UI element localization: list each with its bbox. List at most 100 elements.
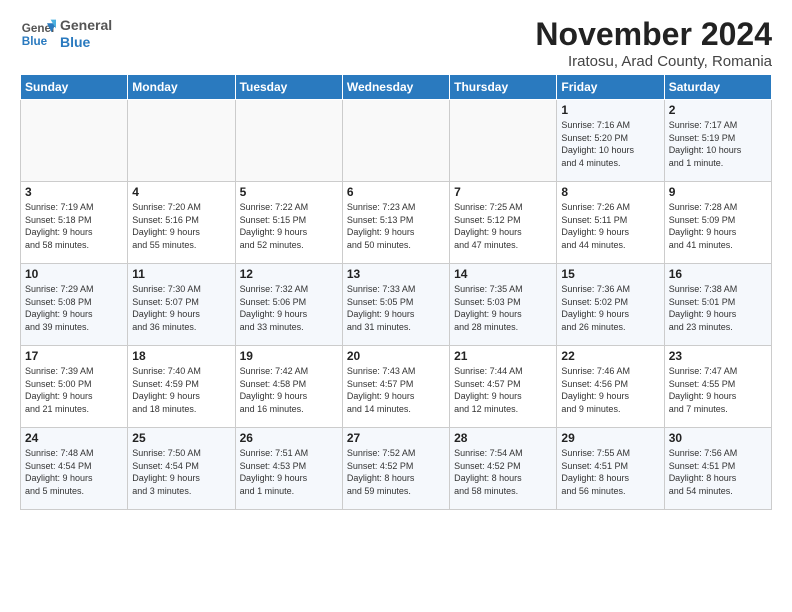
calendar-cell	[21, 100, 128, 182]
day-number: 27	[347, 431, 445, 445]
day-info: Sunrise: 7:35 AM Sunset: 5:03 PM Dayligh…	[454, 283, 552, 333]
day-number: 15	[561, 267, 659, 281]
weekday-header: Wednesday	[342, 75, 449, 100]
calendar-cell: 24 Sunrise: 7:48 AM Sunset: 4:54 PM Dayli…	[21, 428, 128, 510]
weekday-header: Sunday	[21, 75, 128, 100]
day-number: 28	[454, 431, 552, 445]
calendar-cell: 27 Sunrise: 7:52 AM Sunset: 4:52 PM Dayli…	[342, 428, 449, 510]
calendar-cell: 10Sunrise: 7:29 AM Sunset: 5:08 PM Dayli…	[21, 264, 128, 346]
calendar-cell: 2 Sunrise: 7:17 AM Sunset: 5:19 PM Daylig…	[664, 100, 771, 182]
day-info: Sunrise: 7:38 AM Sunset: 5:01 PM Dayligh…	[669, 283, 767, 333]
day-info: Sunrise: 7:44 AM Sunset: 4:57 PM Dayligh…	[454, 365, 552, 415]
day-number: 6	[347, 185, 445, 199]
calendar-cell: 23 Sunrise: 7:47 AM Sunset: 4:55 PM Dayli…	[664, 346, 771, 428]
logo-line2: Blue	[60, 34, 112, 51]
day-number: 12	[240, 267, 338, 281]
day-info: Sunrise: 7:19 AM Sunset: 5:18 PM Dayligh…	[25, 201, 123, 251]
header: General Blue General Blue November 2024 …	[20, 16, 772, 70]
calendar-header: SundayMondayTuesdayWednesdayThursdayFrid…	[21, 75, 772, 100]
calendar-cell	[128, 100, 235, 182]
calendar-cell: 8Sunrise: 7:26 AM Sunset: 5:11 PM Daylig…	[557, 182, 664, 264]
logo: General Blue General Blue	[20, 16, 112, 52]
calendar-cell: 7 Sunrise: 7:25 AM Sunset: 5:12 PM Daylig…	[450, 182, 557, 264]
calendar-cell: 12 Sunrise: 7:32 AM Sunset: 5:06 PM Dayli…	[235, 264, 342, 346]
day-info: Sunrise: 7:48 AM Sunset: 4:54 PM Dayligh…	[25, 447, 123, 497]
day-number: 4	[132, 185, 230, 199]
calendar-cell: 18Sunrise: 7:40 AM Sunset: 4:59 PM Dayli…	[128, 346, 235, 428]
page: General Blue General Blue November 2024 …	[0, 0, 792, 520]
day-number: 5	[240, 185, 338, 199]
calendar-cell: 26 Sunrise: 7:51 AM Sunset: 4:53 PM Dayli…	[235, 428, 342, 510]
calendar-cell: 3 Sunrise: 7:19 AM Sunset: 5:18 PM Daylig…	[21, 182, 128, 264]
day-info: Sunrise: 7:54 AM Sunset: 4:52 PM Dayligh…	[454, 447, 552, 497]
calendar-cell: 29 Sunrise: 7:55 AM Sunset: 4:51 PM Dayli…	[557, 428, 664, 510]
day-number: 11	[132, 267, 230, 281]
day-info: Sunrise: 7:23 AM Sunset: 5:13 PM Dayligh…	[347, 201, 445, 251]
day-number: 13	[347, 267, 445, 281]
day-number: 25	[132, 431, 230, 445]
calendar: SundayMondayTuesdayWednesdayThursdayFrid…	[20, 74, 772, 510]
calendar-cell: 4 Sunrise: 7:20 AM Sunset: 5:16 PM Daylig…	[128, 182, 235, 264]
day-number: 19	[240, 349, 338, 363]
calendar-cell: 1 Sunrise: 7:16 AM Sunset: 5:20 PM Daylig…	[557, 100, 664, 182]
calendar-cell: 5 Sunrise: 7:22 AM Sunset: 5:15 PM Daylig…	[235, 182, 342, 264]
day-info: Sunrise: 7:50 AM Sunset: 4:54 PM Dayligh…	[132, 447, 230, 497]
day-info: Sunrise: 7:40 AM Sunset: 4:59 PM Dayligh…	[132, 365, 230, 415]
day-number: 8	[561, 185, 659, 199]
day-info: Sunrise: 7:43 AM Sunset: 4:57 PM Dayligh…	[347, 365, 445, 415]
day-info: Sunrise: 7:55 AM Sunset: 4:51 PM Dayligh…	[561, 447, 659, 497]
day-info: Sunrise: 7:42 AM Sunset: 4:58 PM Dayligh…	[240, 365, 338, 415]
day-number: 23	[669, 349, 767, 363]
calendar-cell: 14 Sunrise: 7:35 AM Sunset: 5:03 PM Dayli…	[450, 264, 557, 346]
calendar-cell	[235, 100, 342, 182]
day-info: Sunrise: 7:52 AM Sunset: 4:52 PM Dayligh…	[347, 447, 445, 497]
subtitle: Iratosu, Arad County, Romania	[535, 53, 772, 70]
day-info: Sunrise: 7:22 AM Sunset: 5:15 PM Dayligh…	[240, 201, 338, 251]
day-info: Sunrise: 7:30 AM Sunset: 5:07 PM Dayligh…	[132, 283, 230, 333]
weekday-header: Friday	[557, 75, 664, 100]
weekday-header: Monday	[128, 75, 235, 100]
calendar-cell: 21 Sunrise: 7:44 AM Sunset: 4:57 PM Dayli…	[450, 346, 557, 428]
calendar-cell: 30Sunrise: 7:56 AM Sunset: 4:51 PM Dayli…	[664, 428, 771, 510]
day-number: 16	[669, 267, 767, 281]
calendar-cell: 6 Sunrise: 7:23 AM Sunset: 5:13 PM Daylig…	[342, 182, 449, 264]
day-info: Sunrise: 7:47 AM Sunset: 4:55 PM Dayligh…	[669, 365, 767, 415]
weekday-header: Tuesday	[235, 75, 342, 100]
day-number: 30	[669, 431, 767, 445]
day-info: Sunrise: 7:33 AM Sunset: 5:05 PM Dayligh…	[347, 283, 445, 333]
calendar-cell	[450, 100, 557, 182]
day-info: Sunrise: 7:51 AM Sunset: 4:53 PM Dayligh…	[240, 447, 338, 497]
day-number: 1	[561, 103, 659, 117]
day-number: 20	[347, 349, 445, 363]
weekday-header: Saturday	[664, 75, 771, 100]
day-number: 29	[561, 431, 659, 445]
day-number: 21	[454, 349, 552, 363]
calendar-cell: 19 Sunrise: 7:42 AM Sunset: 4:58 PM Dayli…	[235, 346, 342, 428]
day-info: Sunrise: 7:25 AM Sunset: 5:12 PM Dayligh…	[454, 201, 552, 251]
calendar-cell: 11 Sunrise: 7:30 AM Sunset: 5:07 PM Dayli…	[128, 264, 235, 346]
day-number: 7	[454, 185, 552, 199]
calendar-cell: 20 Sunrise: 7:43 AM Sunset: 4:57 PM Dayli…	[342, 346, 449, 428]
day-info: Sunrise: 7:17 AM Sunset: 5:19 PM Dayligh…	[669, 119, 767, 169]
logo-icon: General Blue	[20, 16, 56, 52]
day-number: 9	[669, 185, 767, 199]
calendar-cell: 16 Sunrise: 7:38 AM Sunset: 5:01 PM Dayli…	[664, 264, 771, 346]
calendar-cell: 9Sunrise: 7:28 AM Sunset: 5:09 PM Daylig…	[664, 182, 771, 264]
day-info: Sunrise: 7:32 AM Sunset: 5:06 PM Dayligh…	[240, 283, 338, 333]
weekday-header: Thursday	[450, 75, 557, 100]
calendar-body: 1 Sunrise: 7:16 AM Sunset: 5:20 PM Daylig…	[21, 100, 772, 510]
title-block: November 2024 Iratosu, Arad County, Roma…	[535, 16, 772, 70]
day-info: Sunrise: 7:36 AM Sunset: 5:02 PM Dayligh…	[561, 283, 659, 333]
day-info: Sunrise: 7:20 AM Sunset: 5:16 PM Dayligh…	[132, 201, 230, 251]
calendar-cell: 25 Sunrise: 7:50 AM Sunset: 4:54 PM Dayli…	[128, 428, 235, 510]
day-number: 14	[454, 267, 552, 281]
calendar-cell: 15 Sunrise: 7:36 AM Sunset: 5:02 PM Dayli…	[557, 264, 664, 346]
day-info: Sunrise: 7:16 AM Sunset: 5:20 PM Dayligh…	[561, 119, 659, 169]
day-number: 10	[25, 267, 123, 281]
day-number: 24	[25, 431, 123, 445]
day-number: 26	[240, 431, 338, 445]
day-number: 2	[669, 103, 767, 117]
day-info: Sunrise: 7:46 AM Sunset: 4:56 PM Dayligh…	[561, 365, 659, 415]
day-number: 3	[25, 185, 123, 199]
day-info: Sunrise: 7:39 AM Sunset: 5:00 PM Dayligh…	[25, 365, 123, 415]
